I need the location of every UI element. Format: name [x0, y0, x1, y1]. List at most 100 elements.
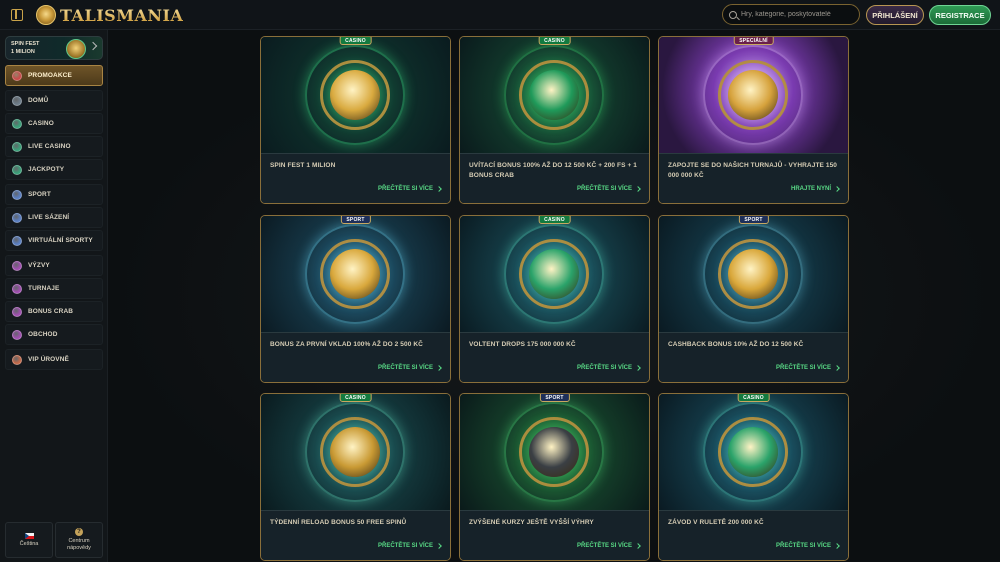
help-label: Centrum nápovědy — [67, 538, 91, 551]
chevron-right-icon — [635, 186, 641, 192]
sidebar-item-promoakce[interactable]: PROMOAKCE — [5, 65, 103, 86]
horus-amulet-art — [728, 427, 778, 477]
promo-card[interactable]: SPECIÁLNÍ ZAPOJTE SE DO NAŠICH TURNAJŮ - … — [658, 36, 849, 204]
sidebar: SPIN FEST 1 MILION PROMOAKCE DOMŮ CASINO LI… — [0, 30, 108, 562]
sidebar-item-bonus-crab[interactable]: BONUS CRAB — [5, 301, 103, 322]
read-more-link[interactable]: PŘEČTĚTE SI VÍCE — [775, 543, 840, 549]
sidebar-footer: Čeština ? Centrum nápovědy — [5, 522, 103, 558]
promo-card[interactable]: CASINO TÝDENNÍ RELOAD BONUS 50 FREE SPINŮ… — [260, 393, 451, 561]
sidebar-item-live-casino[interactable]: LIVE CASINO — [5, 136, 103, 157]
sidebar-item-virtuální-sporty[interactable]: VIRTUÁLNÍ SPORTY — [5, 230, 103, 251]
language-label: Čeština — [19, 540, 39, 547]
search-box[interactable] — [722, 4, 860, 25]
chevron-right-icon — [436, 543, 442, 549]
promotions-grid: CASINO SPIN FEST 1 MILION PŘEČTĚTE SI VÍCE… — [108, 30, 1000, 562]
sidebar-item-label: VIP ÚROVNĚ — [28, 356, 69, 363]
read-more-label: PŘEČTĚTE SI VÍCE — [377, 365, 433, 371]
search-input[interactable] — [741, 11, 859, 18]
pharaoh-mask-art — [728, 249, 778, 299]
promo-coin-icon — [66, 39, 86, 59]
read-more-link[interactable]: PŘEČTĚTE SI VÍCE — [378, 543, 442, 549]
sidebar-item-jackpoty[interactable]: JACKPOTY — [5, 159, 103, 180]
chevron-right-icon — [88, 41, 98, 51]
gift-icon — [12, 70, 22, 81]
sidebar-item-label: LIVE CASINO — [28, 143, 71, 150]
language-button[interactable]: Čeština — [5, 522, 53, 558]
sidebar-item-domů[interactable]: DOMŮ — [5, 90, 103, 111]
sidebar-item-casino[interactable]: CASINO — [5, 113, 103, 134]
read-more-link[interactable]: HRAJTE NYNÍ — [791, 186, 840, 192]
read-more-link[interactable]: PŘEČTĚTE SI VÍCE — [377, 365, 442, 371]
tournament-icon — [12, 283, 22, 294]
sidebar-item-vip-úrovně[interactable]: VIP ÚROVNĚ — [5, 349, 103, 370]
sidebar-item-obchod[interactable]: OBCHOD — [5, 324, 103, 345]
help-center-button[interactable]: ? Centrum nápovědy — [55, 522, 103, 558]
logo-text: TALISMANIA — [60, 5, 184, 25]
top-header: TALISMANIA PŘIHLÁŠENÍ REGISTRACE — [0, 0, 1000, 30]
chevron-right-icon — [436, 186, 442, 192]
sidebar-item-live-sázení[interactable]: LIVE SÁZENÍ — [5, 207, 103, 228]
eye-of-horus-art — [529, 249, 579, 299]
promo-card-title: ZVÝŠENÉ KURZY JEŠTĚ VYŠŠÍ VÝHRY — [469, 519, 594, 526]
promo-card[interactable]: SPORT CASHBACK BONUS 10% AŽ DO 12 500 KČ P… — [658, 215, 849, 383]
promo-card[interactable]: CASINO VOLTENT DROPS 175 000 000 KČ PŘEČTĚ… — [459, 215, 650, 383]
promo-card-body: BONUS ZA PRVNÍ VKLAD 100% AŽ DO 2 500 KČ… — [261, 332, 450, 382]
chevron-right-icon — [834, 365, 840, 371]
promo-card[interactable]: SPORT ZVÝŠENÉ KURZY JEŠTĚ VYŠŠÍ VÝHRY PŘEČ… — [459, 393, 650, 561]
logo[interactable]: TALISMANIA — [36, 4, 183, 26]
shop-icon — [12, 329, 22, 340]
promo-card[interactable]: SPORT BONUS ZA PRVNÍ VKLAD 100% AŽ DO 2 5… — [260, 215, 451, 383]
category-badge: CASINO — [538, 216, 571, 224]
register-button[interactable]: REGISTRACE — [929, 5, 991, 25]
promo-card-image — [261, 216, 450, 332]
sidebar-item-výzvy[interactable]: VÝZVY — [5, 255, 103, 276]
promo-card-image — [659, 394, 848, 510]
live-betting-icon — [12, 212, 22, 223]
scarab-art — [529, 70, 579, 120]
winged-ball-art — [330, 249, 380, 299]
promo-card-body: ZVÝŠENÉ KURZY JEŠTĚ VYŠŠÍ VÝHRY PŘEČTĚTE … — [460, 510, 649, 560]
logo-emblem-icon — [36, 5, 56, 25]
promo-card[interactable]: CASINO ZÁVOD V RULETĚ 200 000 KČ PŘEČTĚTE … — [658, 393, 849, 561]
category-badge: CASINO — [737, 394, 770, 402]
read-more-label: PŘEČTĚTE SI VÍCE — [377, 186, 433, 192]
sidebar-item-sport[interactable]: SPORT — [5, 184, 103, 205]
sidebar-item-label: SPORT — [28, 191, 51, 198]
jackpot-icon — [12, 164, 22, 175]
live-casino-icon — [12, 141, 22, 152]
promo-card-title: UVÍTACÍ BONUS 100% AŽ DO 12 500 KČ + 200… — [469, 162, 637, 179]
chevron-right-icon — [436, 365, 442, 371]
promo-card-title: TÝDENNÍ RELOAD BONUS 50 FREE SPINŮ — [270, 519, 407, 526]
promo-card-image — [659, 37, 848, 153]
promo-card[interactable]: CASINO UVÍTACÍ BONUS 100% AŽ DO 12 500 KČ… — [459, 36, 650, 204]
sidebar-toggle-icon[interactable] — [11, 9, 23, 21]
promo-card-title: ZAPOJTE SE DO NAŠICH TURNAJŮ - VYHRAJTE … — [668, 162, 837, 179]
read-more-label: PŘEČTĚTE SI VÍCE — [576, 543, 632, 549]
login-button[interactable]: PŘIHLÁŠENÍ — [866, 5, 924, 25]
read-more-link[interactable]: PŘEČTĚTE SI VÍCE — [576, 543, 641, 549]
promo-card[interactable]: CASINO SPIN FEST 1 MILION PŘEČTĚTE SI VÍCE — [260, 36, 451, 204]
anubis-art — [529, 427, 579, 477]
help-icon: ? — [75, 528, 83, 536]
read-more-link[interactable]: PŘEČTĚTE SI VÍCE — [576, 186, 641, 192]
read-more-link[interactable]: PŘEČTĚTE SI VÍCE — [776, 365, 840, 371]
sidebar-nav: PROMOAKCE DOMŮ CASINO LIVE CASINO JACKPOTY SP… — [5, 65, 103, 372]
read-more-label: PŘEČTĚTE SI VÍCE — [576, 186, 632, 192]
sidebar-promo-card[interactable]: SPIN FEST 1 MILION — [5, 36, 103, 60]
sidebar-item-turnaje[interactable]: TURNAJE — [5, 278, 103, 299]
read-more-link[interactable]: PŘEČTĚTE SI VÍCE — [577, 365, 641, 371]
promo-card-body: TÝDENNÍ RELOAD BONUS 50 FREE SPINŮ PŘEČTĚ… — [261, 510, 450, 560]
read-more-link[interactable]: PŘEČTĚTE SI VÍCE — [377, 186, 442, 192]
promo-card-line2: 1 MILION — [11, 49, 35, 55]
promo-card-image — [460, 394, 649, 510]
category-badge: SPECIÁLNÍ — [733, 37, 774, 45]
casino-chip-icon — [12, 118, 22, 129]
promo-card-image — [261, 394, 450, 510]
home-icon — [12, 95, 22, 106]
category-badge: SPORT — [340, 216, 371, 224]
sidebar-item-label: JACKPOTY — [28, 166, 65, 173]
sidebar-item-label: DOMŮ — [28, 97, 49, 104]
czech-flag-icon — [24, 532, 34, 539]
promo-card-title: CASHBACK BONUS 10% AŽ DO 12 500 KČ — [668, 341, 804, 348]
read-more-label: PŘEČTĚTE SI VÍCE — [775, 543, 831, 549]
